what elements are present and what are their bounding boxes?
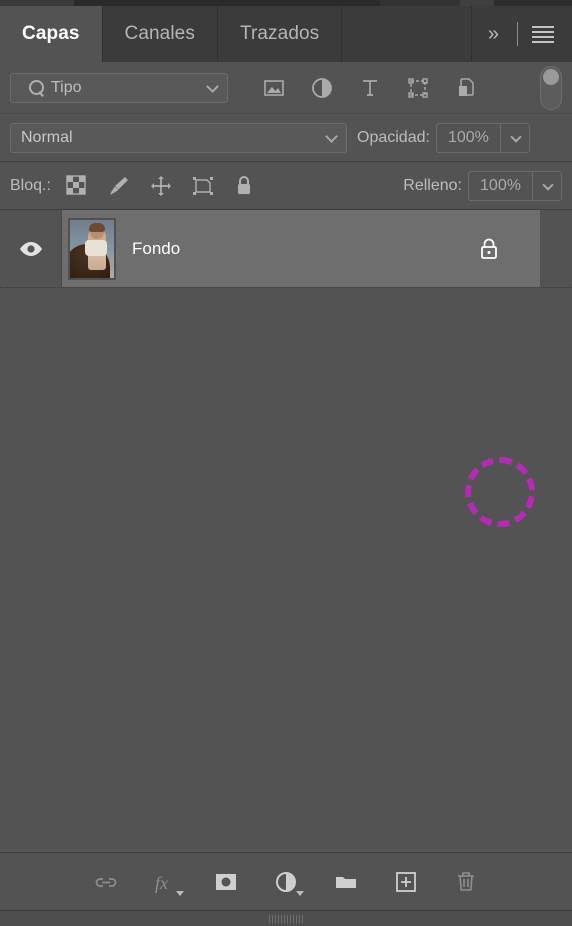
layer-thumbnail[interactable] <box>68 217 116 280</box>
delete-layer-icon[interactable] <box>453 869 479 895</box>
layer-visibility-toggle[interactable] <box>0 210 62 287</box>
lock-row-label: Bloq.: <box>10 176 51 194</box>
opacity-stepper[interactable] <box>499 122 530 153</box>
tab-trazados[interactable]: Trazados <box>217 6 343 62</box>
filter-type-label: Tipo <box>51 78 82 96</box>
new-layer-icon[interactable] <box>393 869 419 895</box>
blend-mode-dropdown[interactable]: Normal <box>10 122 347 153</box>
lock-row: Bloq.: Relleno: 100% <box>0 162 572 210</box>
layer-row-body[interactable]: Fondo <box>62 210 572 287</box>
tab-canales[interactable]: Canales <box>102 6 218 62</box>
search-icon <box>29 79 45 96</box>
svg-text:fx: fx <box>155 873 168 893</box>
filter-toggle-knob <box>543 68 559 85</box>
fill-group: Relleno: 100% <box>393 170 562 201</box>
lock-image-pixels-icon[interactable] <box>107 174 131 198</box>
layer-list[interactable]: Fondo <box>0 210 572 852</box>
filter-type-icon-group <box>262 76 478 100</box>
chevron-down-icon <box>542 178 554 191</box>
fill-label: Relleno: <box>403 176 462 194</box>
blend-mode-row: Normal Opacidad: 100% <box>0 114 572 162</box>
chevron-down-icon <box>206 79 219 93</box>
fill-input[interactable]: 100% <box>468 170 532 201</box>
new-adjustment-layer-icon[interactable] <box>273 869 304 896</box>
opacity-value: 100% <box>447 128 489 146</box>
layer-style-fx-icon[interactable]: fx <box>153 869 184 896</box>
collapse-panel-icon[interactable]: » <box>478 24 507 44</box>
eye-icon <box>19 241 42 256</box>
tab-trazados-label: Trazados <box>239 23 320 44</box>
lock-artboard-nesting-icon[interactable] <box>191 174 215 198</box>
panel-resize-grip[interactable] <box>0 910 572 926</box>
filter-enable-toggle[interactable] <box>540 65 562 110</box>
link-layers-icon[interactable] <box>93 869 119 895</box>
filter-type-dropdown[interactable]: Tipo <box>10 72 228 103</box>
panel-menu-icon[interactable] <box>528 25 558 43</box>
layers-bottom-toolbar: fx <box>0 852 572 910</box>
header-divider <box>517 22 518 46</box>
filter-smart-object-layers-icon[interactable] <box>454 76 478 100</box>
layer-filter-row: Tipo <box>0 62 572 114</box>
fill-value: 100% <box>480 176 521 194</box>
blend-mode-value: Normal <box>21 128 73 146</box>
tab-bar-spacer <box>342 6 472 62</box>
filter-pixel-layers-icon[interactable] <box>262 76 286 100</box>
tab-capas-label: Capas <box>22 23 80 44</box>
caret-down-icon <box>296 890 304 896</box>
add-layer-mask-icon[interactable] <box>213 869 239 895</box>
lock-all-icon[interactable] <box>233 174 257 198</box>
new-group-icon[interactable] <box>333 869 359 895</box>
tab-canales-label: Canales <box>124 23 195 44</box>
annotation-highlight-circle <box>465 457 535 527</box>
filter-type-layers-icon[interactable] <box>358 76 382 100</box>
panel-tab-bar: Capas Canales Trazados » <box>0 6 572 62</box>
lock-icon-group <box>65 174 257 198</box>
filter-shape-layers-icon[interactable] <box>406 76 430 100</box>
layer-lock-indicator[interactable] <box>478 237 500 261</box>
chevron-down-icon <box>325 129 338 143</box>
fill-stepper[interactable] <box>532 170 562 201</box>
caret-down-icon <box>176 890 184 896</box>
chevron-down-icon <box>510 130 522 143</box>
layer-name-label[interactable]: Fondo <box>132 239 180 259</box>
opacity-label: Opacidad: <box>357 128 430 146</box>
lock-transparent-pixels-icon[interactable] <box>65 174 89 198</box>
panel-header-tools: » <box>471 6 572 62</box>
tab-capas[interactable]: Capas <box>0 6 103 62</box>
lock-position-icon[interactable] <box>149 174 173 198</box>
opacity-input[interactable]: 100% <box>435 122 500 153</box>
table-row[interactable]: Fondo <box>0 210 572 288</box>
layers-panel: Capas Canales Trazados » Tipo Normal Opa… <box>0 0 572 926</box>
filter-adjustment-layers-icon[interactable] <box>310 76 334 100</box>
